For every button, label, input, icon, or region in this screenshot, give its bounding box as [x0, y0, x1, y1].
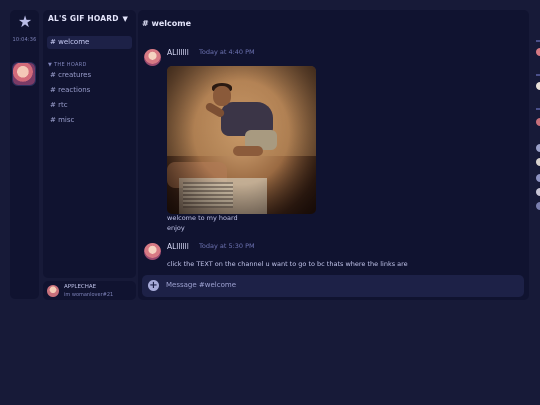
- star-icon[interactable]: ★: [16, 13, 34, 31]
- member-group-header: [536, 40, 540, 42]
- member-group-header: [536, 108, 540, 110]
- channel-rtc[interactable]: # rtc: [47, 99, 132, 112]
- member-avatar[interactable]: [536, 48, 540, 56]
- avatar[interactable]: [47, 285, 59, 297]
- channel-creatures[interactable]: # creatures: [47, 69, 132, 82]
- message-author[interactable]: ALllllll: [167, 242, 189, 251]
- message-avatar[interactable]: [144, 49, 161, 66]
- server-name: AL'S GIF HOARD: [48, 14, 119, 23]
- message-input[interactable]: + Message #welcome: [142, 275, 524, 297]
- message-text: welcome to my hoard: [167, 214, 238, 222]
- member-avatar[interactable]: [536, 158, 540, 166]
- member-avatar[interactable]: [536, 118, 540, 126]
- member-avatar[interactable]: [536, 202, 540, 210]
- channel-welcome[interactable]: # welcome: [47, 36, 132, 49]
- channel-sidebar: AL'S GIF HOARD ▼ # welcome ▼ THE HOARD #…: [43, 10, 136, 278]
- member-avatar[interactable]: [536, 82, 540, 90]
- message-avatar[interactable]: [144, 243, 161, 260]
- plus-icon[interactable]: +: [148, 280, 159, 291]
- user-status: im womanlover#21: [64, 292, 114, 298]
- member-group-header: [536, 74, 540, 76]
- channel-misc[interactable]: # misc: [47, 114, 132, 127]
- member-avatar[interactable]: [536, 144, 540, 152]
- channel-reactions[interactable]: # reactions: [47, 84, 132, 97]
- user-panel: APPLECHAE im womanlover#21: [43, 281, 136, 300]
- member-avatar[interactable]: [536, 174, 540, 182]
- server-name-dropdown[interactable]: AL'S GIF HOARD ▼: [48, 14, 128, 23]
- message-timestamp: Today at 5:30 PM: [199, 242, 255, 250]
- chat-panel: # welcome ALllllll Today at 4:40 PM welc…: [138, 10, 529, 300]
- message-author[interactable]: ALllllll: [167, 48, 189, 57]
- message-text: click the TEXT on the channel u want to …: [167, 260, 408, 268]
- channel-title: # welcome: [142, 19, 192, 28]
- clock-readout: 10:04:36: [12, 37, 37, 43]
- gif-image[interactable]: [167, 66, 316, 214]
- server-icon[interactable]: [13, 63, 35, 85]
- member-list: [533, 10, 540, 300]
- user-name: APPLECHAE: [64, 284, 97, 290]
- server-rail: ★ 10:04:36: [10, 10, 39, 299]
- message-text: enjoy: [167, 224, 185, 232]
- message-timestamp: Today at 4:40 PM: [199, 48, 255, 56]
- member-avatar[interactable]: [536, 188, 540, 196]
- message-input-placeholder: Message #welcome: [166, 281, 237, 289]
- chevron-down-icon: ▼: [122, 15, 129, 23]
- discord-window: ★ 10:04:36 AL'S GIF HOARD ▼ # welcome ▼ …: [0, 0, 540, 405]
- category-the-hoard[interactable]: ▼ THE HOARD: [48, 62, 87, 68]
